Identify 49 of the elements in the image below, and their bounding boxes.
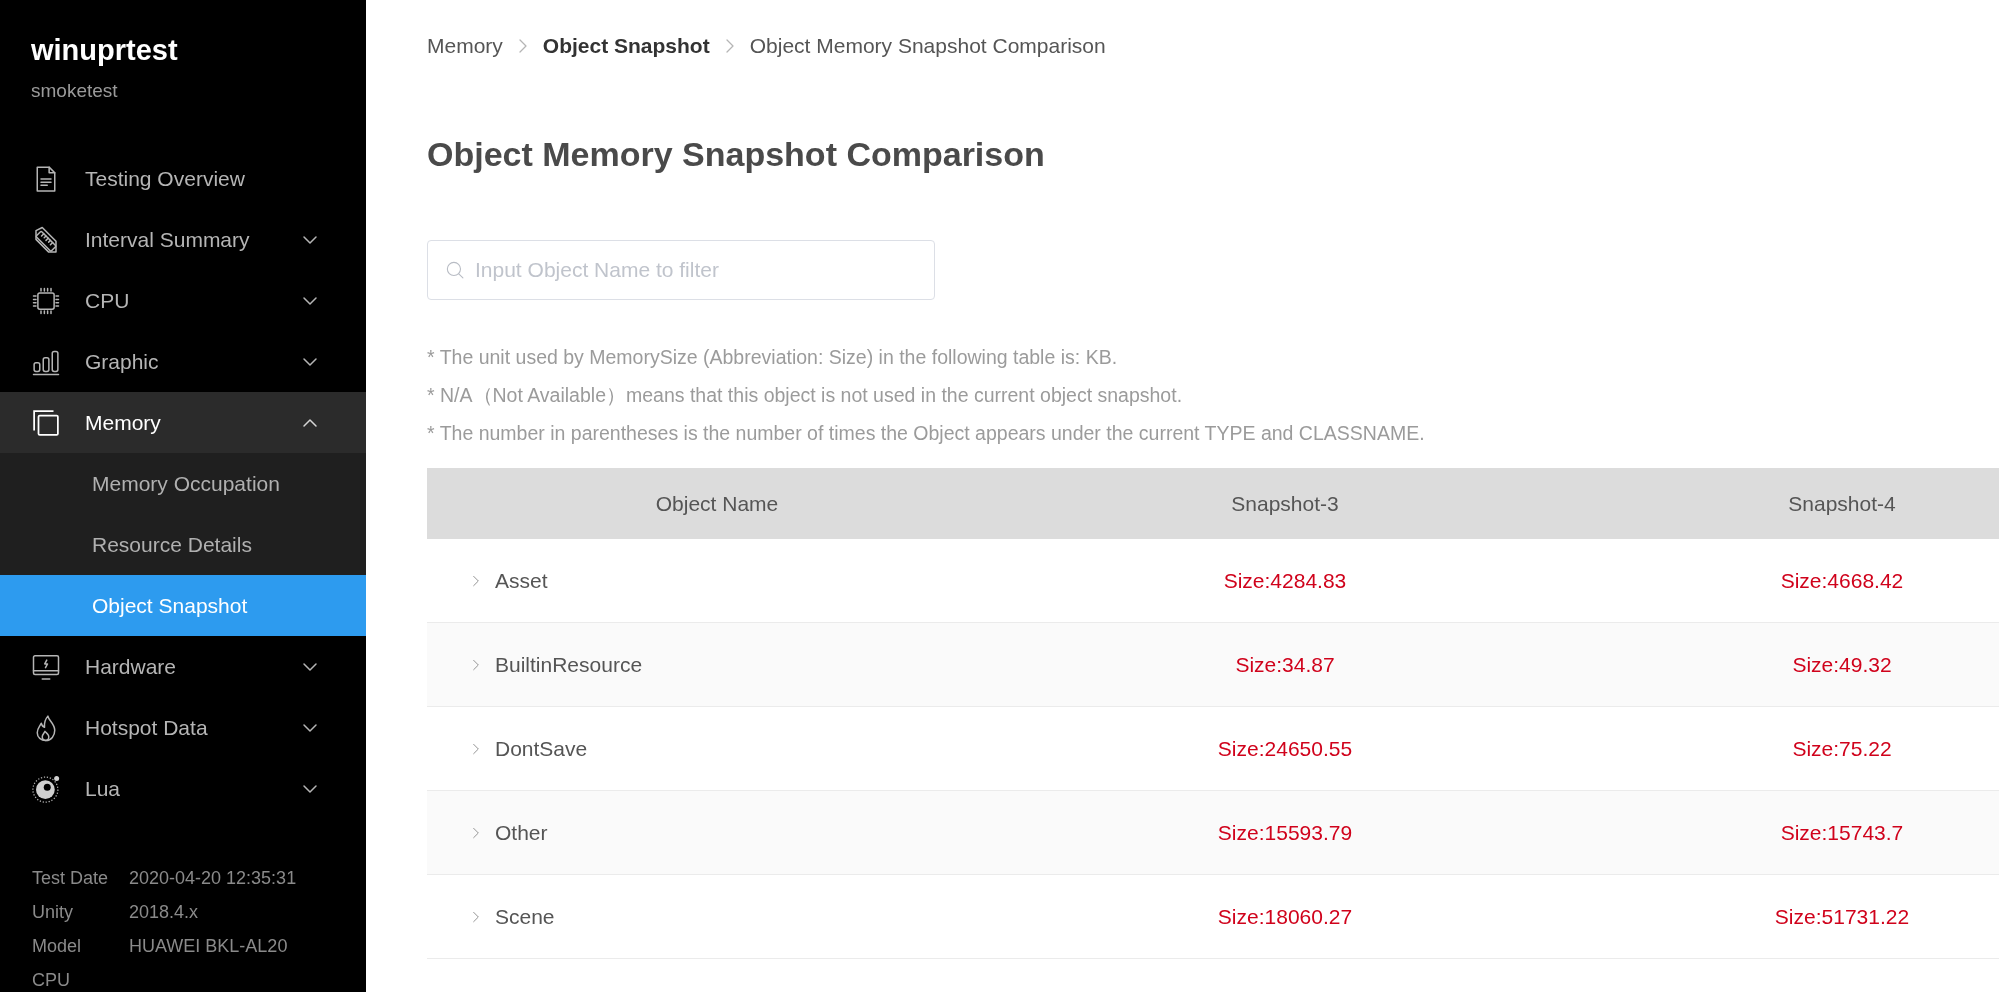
breadcrumb-item: Memory [427,33,503,59]
object-name: Other [495,820,548,845]
size-value: Size:51731.22 [1774,904,1910,929]
nav-item[interactable]: Lua [0,758,366,819]
column-header: Snapshot-3 [1231,491,1339,516]
info-label: Unity [32,901,74,923]
nav-item[interactable]: Hardware [0,636,366,697]
note-text: * The number in parentheses is the number of times the Object appears under the current TYPE and CLASSNAME. [427,421,1426,446]
note-text: * The unit used by MemorySize (Abbreviation: Size) in the following table is: KB. [427,345,1119,370]
size-value: Size:18060.27 [1217,904,1353,929]
nav-item[interactable]: Testing Overview [0,148,366,209]
size-value: Size:75.22 [1792,736,1892,761]
nav-item[interactable]: Memory [0,392,366,453]
note-text: * N/A（Not Available）means that this object is not used in the current object snapshot. [427,383,1184,408]
info-value: 2018.4.x [129,901,199,923]
search-icon [446,261,464,279]
search-field[interactable]: Input Object Name to filter [427,240,935,300]
nav-item[interactable]: CPU [0,270,366,331]
size-value: Size:15593.79 [1217,820,1353,845]
project-title: winuprtest [31,33,179,68]
info-label: Model [32,935,83,957]
nav-item[interactable]: Interval Summary [0,209,366,270]
info-value: HUAWEI BKL-AL20 [129,935,288,957]
info-value: 2020-04-20 12:35:31 [129,867,297,889]
page-title: Object Memory Snapshot Comparison [427,134,1046,175]
sub-nav-item[interactable]: Memory Occupation [0,453,366,514]
size-value: Size:4668.42 [1780,568,1904,593]
size-value: Size:49.32 [1792,652,1892,677]
sub-nav-item[interactable]: Resource Details [0,514,366,575]
size-value: Size:24650.55 [1217,736,1353,761]
project-subtitle: smoketest [31,79,119,103]
breadcrumb-link[interactable]: Object Snapshot [542,32,710,60]
orbit-icon [31,773,61,804]
object-name: Scene [495,904,555,929]
breadcrumb-item: Object Memory Snapshot Comparison [749,33,1106,59]
size-value: Size:34.87 [1235,652,1335,677]
object-name: Asset [495,568,548,593]
column-header: Object Name [655,491,779,516]
size-value: Size:4284.83 [1223,568,1347,593]
nav-item[interactable]: Graphic [0,331,366,392]
chip-icon [31,285,61,316]
size-value: Size:15743.7 [1780,820,1904,845]
object-name: BuiltinResource [495,652,643,677]
nav-item[interactable]: Hotspot Data [0,697,366,758]
info-label: Test Date [32,867,110,889]
object-name: DontSave [495,736,588,761]
column-header: Snapshot-4 [1788,491,1896,516]
stacked-squares-icon [31,407,61,438]
info-label: CPU [32,969,71,991]
